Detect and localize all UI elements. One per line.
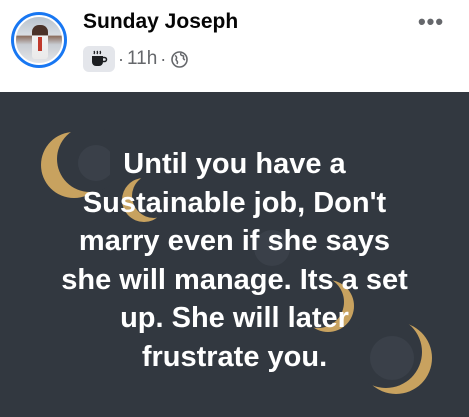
post-text-line: up. She will later [120, 302, 349, 334]
post-header: Sunday Joseph · 11h · ••• [0, 0, 469, 92]
meta-separator: · [160, 48, 167, 69]
author-name[interactable]: Sunday Joseph [83, 10, 238, 34]
post-background: Until you have a Sustainable job, Don't … [0, 92, 469, 417]
coffee-cup-icon [83, 46, 115, 72]
post-text-line: she will manage. Its a set [61, 263, 408, 296]
profile-tie [38, 37, 42, 51]
post-text-line: Until you have a [123, 148, 346, 180]
post-text: Until you have a Sustainable job, Don't … [20, 145, 449, 376]
post-text-line: frustrate you. [141, 340, 328, 373]
post-meta: · 11h · [83, 46, 189, 72]
profile-photo [14, 15, 64, 65]
post-text-line: marry even if she says [78, 225, 391, 257]
post-time[interactable]: 11h [127, 48, 157, 70]
avatar[interactable] [11, 12, 67, 68]
more-options-button[interactable]: ••• [414, 8, 448, 36]
post-text-line: Sustainable job, Don't [82, 186, 387, 219]
globe-icon[interactable] [171, 50, 189, 68]
meta-separator: · [118, 48, 124, 69]
